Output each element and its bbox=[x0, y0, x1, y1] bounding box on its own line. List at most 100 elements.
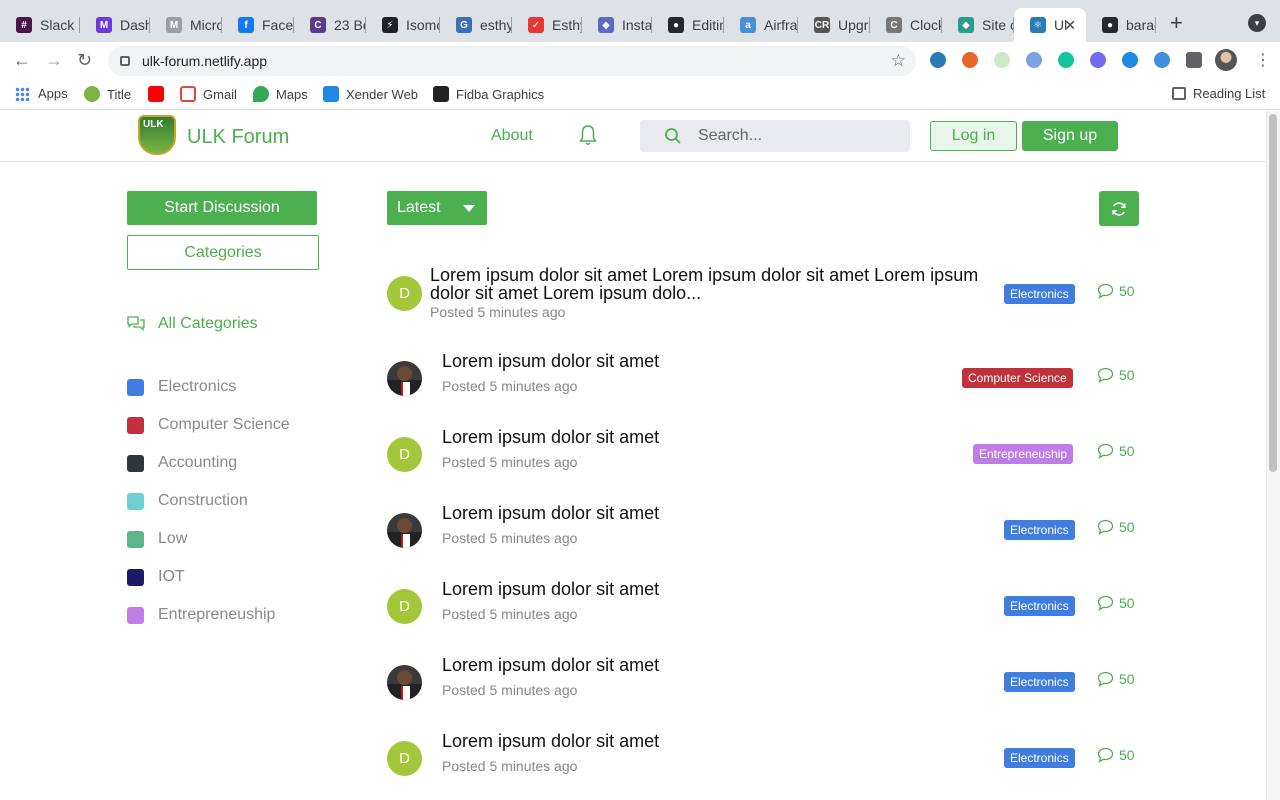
reading-list[interactable]: Reading List bbox=[1172, 86, 1265, 101]
browser-menu-icon[interactable]: ⋮ bbox=[1255, 50, 1271, 70]
browser-tab[interactable]: f Faceb bbox=[222, 8, 294, 42]
thread-row[interactable]: Lorem ipsum dolor sit amet Posted 5 minut… bbox=[387, 350, 1139, 410]
reload-icon[interactable]: ↻ bbox=[77, 50, 92, 70]
bookmark-xender[interactable]: Xender Web bbox=[323, 86, 418, 102]
extension-icon[interactable] bbox=[994, 52, 1010, 68]
bookmark-gmail[interactable]: Gmail bbox=[180, 86, 237, 102]
avatar[interactable]: D bbox=[387, 589, 422, 624]
bookmark-fidba[interactable]: Fidba Graphics bbox=[433, 86, 544, 102]
category-badge[interactable]: Electronics bbox=[1004, 672, 1075, 692]
category-label: Low bbox=[158, 530, 188, 547]
thread-title[interactable]: Lorem ipsum dolor sit amet Lorem ipsum d… bbox=[430, 266, 978, 302]
grammarly-extension-icon[interactable] bbox=[1058, 52, 1074, 68]
browser-tab[interactable]: M Micro bbox=[150, 8, 222, 42]
category-badge[interactable]: Electronics bbox=[1004, 520, 1075, 540]
bookmark-title[interactable]: Title bbox=[84, 86, 131, 102]
browser-tab[interactable]: ● Editin bbox=[652, 8, 724, 42]
browser-tab[interactable]: # Slack bbox=[0, 8, 80, 42]
search-input[interactable] bbox=[698, 127, 898, 145]
avatar[interactable]: D bbox=[387, 276, 422, 311]
browser-tab[interactable]: ⚡ Isomo bbox=[366, 8, 440, 42]
browser-tab[interactable]: ⚛ Ul ✕ bbox=[1014, 8, 1086, 42]
search-box[interactable] bbox=[640, 120, 910, 152]
all-categories-link[interactable]: All Categories bbox=[127, 315, 258, 333]
category-badge[interactable]: Electronics bbox=[1004, 748, 1075, 768]
address-bar[interactable]: ulk-forum.netlify.app ☆ bbox=[108, 46, 916, 76]
bookmark-apps[interactable]: Apps bbox=[15, 86, 68, 101]
avatar[interactable]: D bbox=[387, 437, 422, 472]
ulk-logo[interactable]: ULK bbox=[138, 115, 176, 155]
browser-tab[interactable]: a Airfra bbox=[724, 8, 798, 42]
tab-label: Upgra bbox=[838, 17, 870, 33]
avatar[interactable]: D bbox=[387, 741, 422, 776]
extension-icon[interactable] bbox=[1026, 52, 1042, 68]
category-item[interactable]: Accounting bbox=[127, 444, 290, 482]
react-devtools-extension-icon[interactable] bbox=[930, 52, 946, 68]
brand-title[interactable]: ULK Forum bbox=[187, 126, 289, 149]
thread-row[interactable]: D Lorem ipsum dolor sit amet Posted 5 minu… bbox=[387, 578, 1139, 638]
thread-row[interactable]: Lorem ipsum dolor sit amet Posted 5 minut… bbox=[387, 502, 1139, 562]
thread-title[interactable]: Lorem ipsum dolor sit amet bbox=[442, 656, 659, 674]
browser-tab[interactable]: ● barac bbox=[1086, 8, 1156, 42]
thread-row[interactable]: D Lorem ipsum dolor sit amet Posted 5 minu… bbox=[387, 730, 1139, 790]
reply-count-value: 50 bbox=[1119, 519, 1135, 535]
thread-title[interactable]: Lorem ipsum dolor sit amet bbox=[442, 352, 659, 370]
bookmark-maps[interactable]: Maps bbox=[253, 86, 308, 102]
category-badge[interactable]: Electronics bbox=[1004, 596, 1075, 616]
extension-icon[interactable] bbox=[962, 52, 978, 68]
thread-title[interactable]: Lorem ipsum dolor sit amet bbox=[442, 732, 659, 750]
categories-button[interactable]: Categories bbox=[127, 235, 319, 270]
extension-icon[interactable] bbox=[1154, 52, 1170, 68]
browser-tab[interactable]: C Clock bbox=[870, 8, 942, 42]
thread-row[interactable]: Lorem ipsum dolor sit amet Posted 5 minut… bbox=[387, 654, 1139, 714]
extension-icon[interactable] bbox=[1090, 52, 1106, 68]
category-item[interactable]: IOT bbox=[127, 558, 290, 596]
avatar[interactable] bbox=[387, 665, 422, 700]
browser-tab[interactable]: ◆ Instal bbox=[582, 8, 652, 42]
new-tab-button[interactable]: + bbox=[1170, 12, 1183, 34]
browser-tab[interactable]: ✓ Esthy bbox=[512, 8, 582, 42]
forward-arrow-icon[interactable]: → bbox=[45, 50, 63, 70]
category-item[interactable]: Computer Science bbox=[127, 406, 290, 444]
tab-search-icon[interactable]: ▾ bbox=[1248, 14, 1266, 32]
avatar[interactable] bbox=[387, 361, 422, 396]
back-arrow-icon[interactable]: ← bbox=[13, 50, 31, 70]
page-scrollbar-thumb[interactable] bbox=[1269, 114, 1277, 472]
browser-tab[interactable]: ◆ Site o bbox=[942, 8, 1014, 42]
notification-bell-icon[interactable] bbox=[579, 124, 597, 146]
close-tab-icon[interactable]: ✕ bbox=[1064, 17, 1076, 34]
refresh-button[interactable] bbox=[1099, 191, 1139, 226]
bookmark-youtube[interactable] bbox=[148, 86, 171, 102]
category-item[interactable]: Electronics bbox=[127, 368, 290, 406]
thread-title[interactable]: Lorem ipsum dolor sit amet bbox=[442, 580, 659, 598]
extension-icon[interactable] bbox=[1122, 52, 1138, 68]
puzzle-extensions-icon[interactable] bbox=[1186, 52, 1202, 68]
fidba-icon bbox=[433, 86, 449, 102]
browser-tab[interactable]: CR Upgra bbox=[798, 8, 870, 42]
category-label: Accounting bbox=[158, 454, 238, 471]
browser-tab[interactable]: M Dashb bbox=[80, 8, 150, 42]
thread-title-line: Lorem ipsum dolor sit amet bbox=[442, 351, 660, 371]
category-item[interactable]: Entrepreneuship bbox=[127, 596, 290, 634]
bookmark-star-icon[interactable]: ☆ bbox=[891, 51, 906, 71]
start-discussion-button[interactable]: Start Discussion bbox=[127, 191, 317, 225]
signup-button[interactable]: Sign up bbox=[1022, 121, 1118, 151]
sort-dropdown[interactable]: Latest bbox=[387, 191, 487, 225]
category-item[interactable]: Construction bbox=[127, 482, 290, 520]
category-item[interactable]: Low bbox=[127, 520, 290, 558]
category-badge[interactable]: Entrepreneuship bbox=[973, 444, 1074, 464]
category-badge[interactable]: Computer Science bbox=[962, 368, 1073, 388]
thread-title[interactable]: Lorem ipsum dolor sit amet bbox=[442, 504, 659, 522]
thread-row[interactable]: D Lorem ipsum dolor sit amet Posted 5 minu… bbox=[387, 426, 1139, 486]
login-button[interactable]: Log in bbox=[930, 121, 1017, 151]
browser-tab[interactable]: C 23 Be bbox=[294, 8, 366, 42]
thread-row[interactable]: D Lorem ipsum dolor sit amet Lorem ipsum … bbox=[387, 264, 1139, 324]
profile-avatar[interactable] bbox=[1215, 49, 1237, 71]
avatar[interactable] bbox=[387, 513, 422, 548]
browser-tab[interactable]: Gesthy bbox=[440, 8, 512, 42]
nav-about-link[interactable]: About bbox=[491, 127, 533, 145]
category-label: Construction bbox=[158, 492, 248, 509]
thread-title[interactable]: Lorem ipsum dolor sit amet bbox=[442, 428, 659, 446]
youtube-icon bbox=[148, 86, 164, 102]
category-badge[interactable]: Electronics bbox=[1004, 284, 1075, 304]
